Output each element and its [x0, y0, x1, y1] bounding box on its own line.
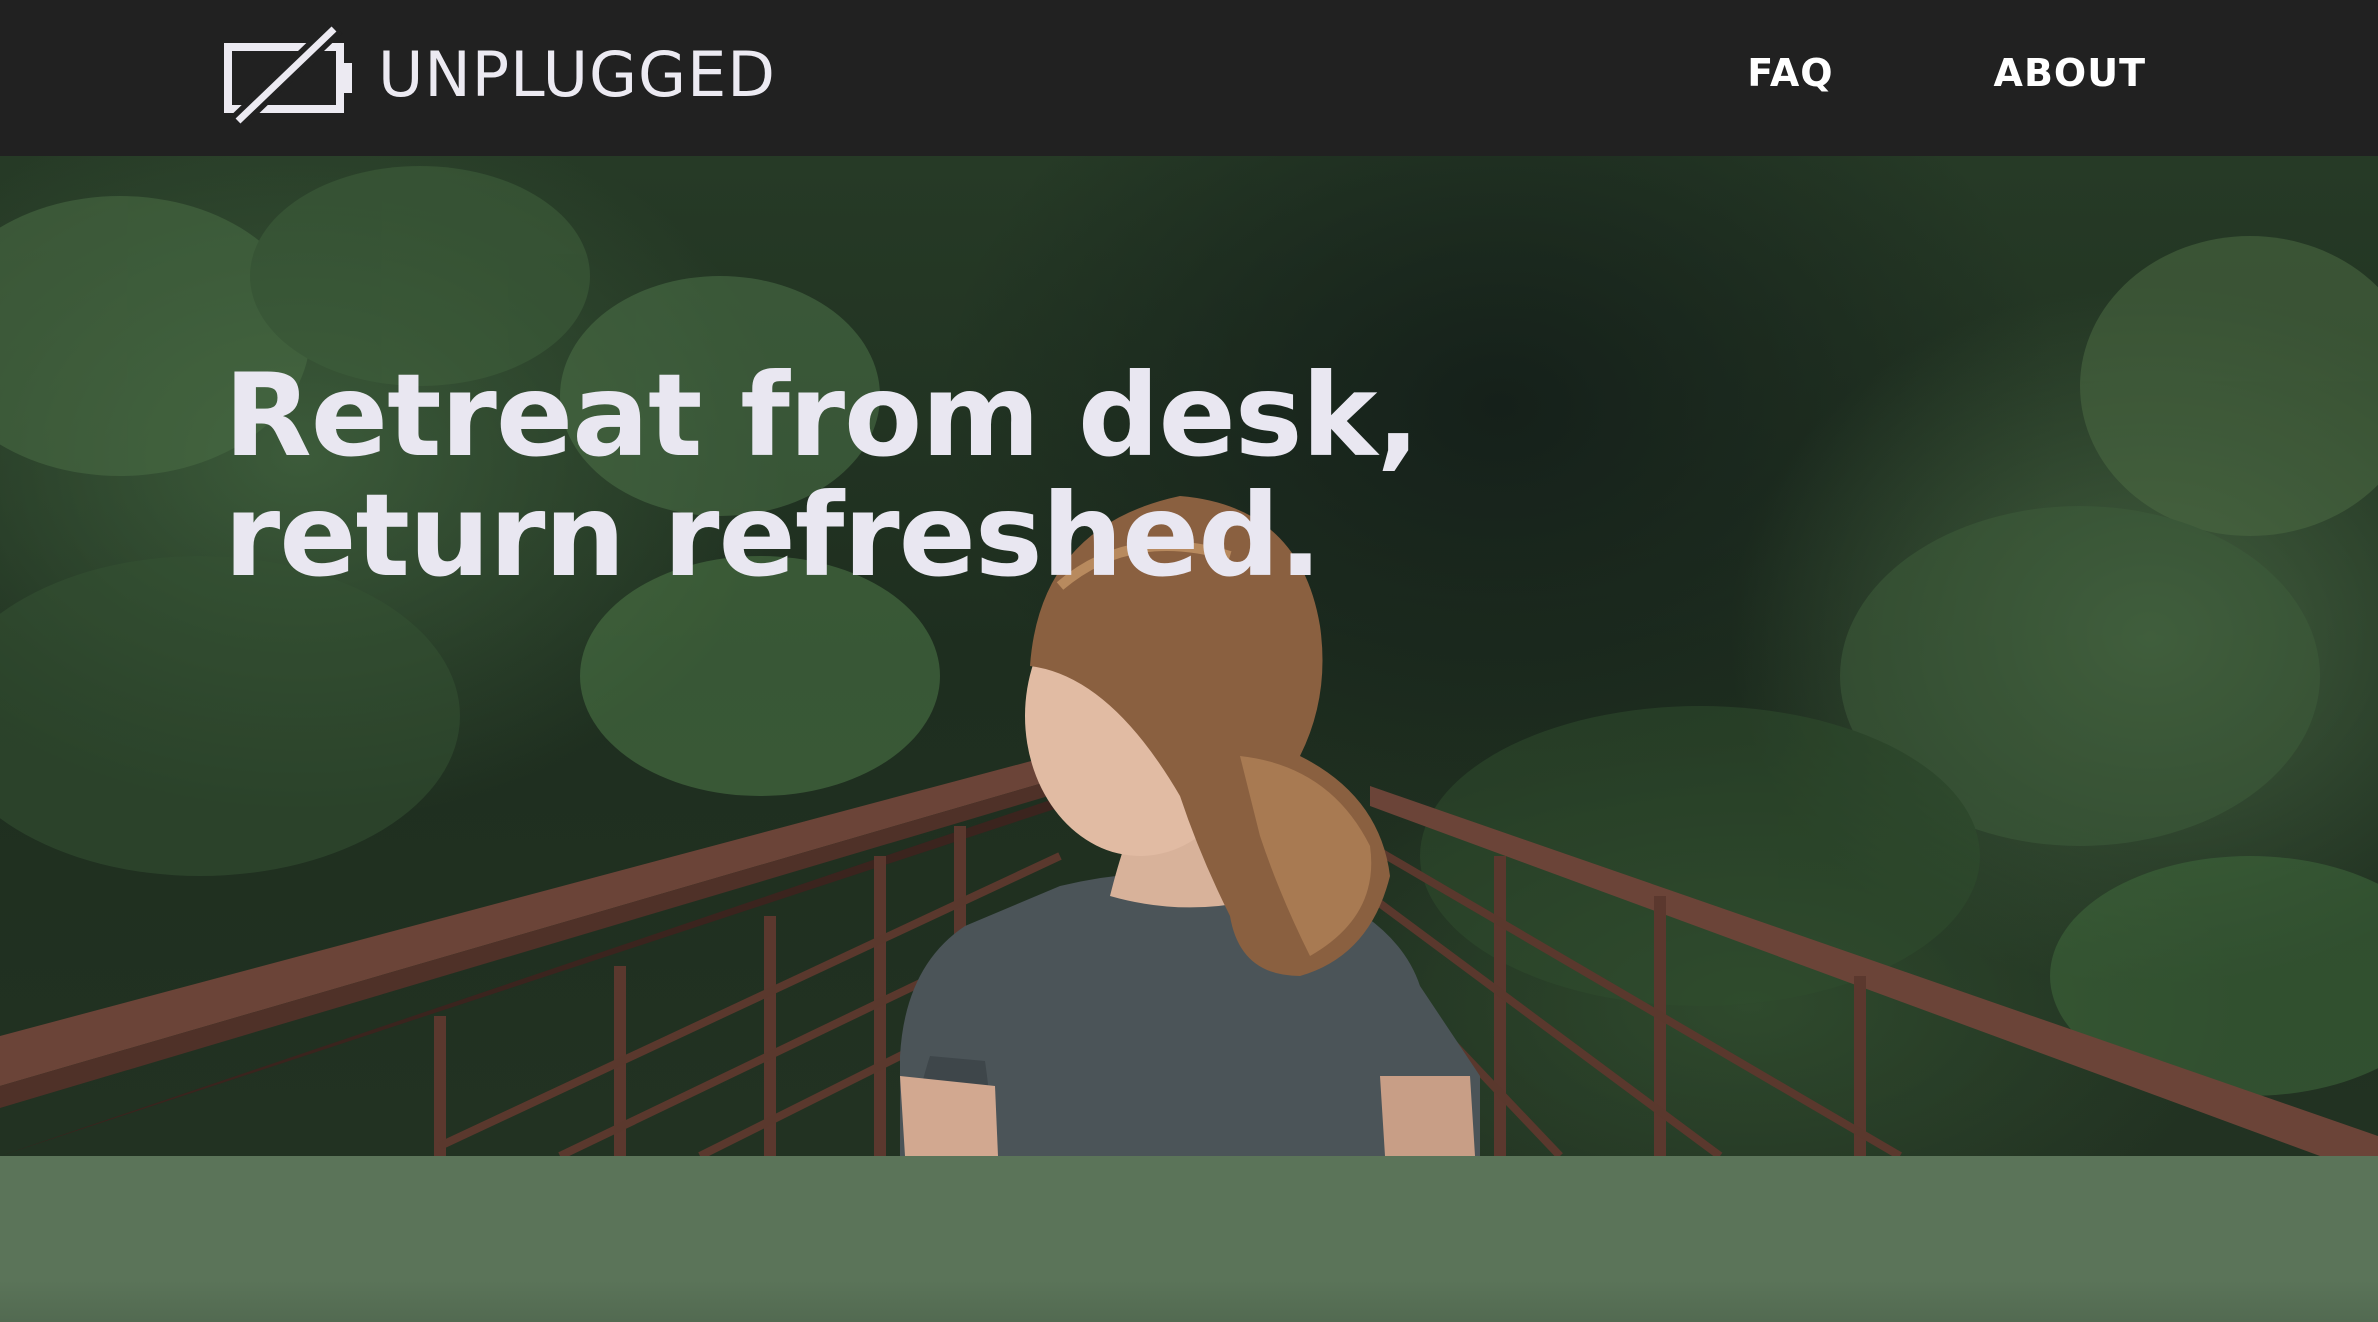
- hero-headline-line-2: return refreshed.: [224, 469, 1322, 602]
- woman-on-forest-bridge-photo: [0, 166, 2378, 1156]
- nav-link-faq[interactable]: FAQ: [1747, 44, 1833, 102]
- brand-logo-link[interactable]: UNPLUGGED: [222, 20, 776, 130]
- unplugged-battery-icon: [222, 23, 356, 127]
- hero-headline-line-1: Retreat from desk,: [224, 349, 1420, 482]
- main-nav: FAQ ABOUT: [1747, 44, 2146, 102]
- nav-link-about[interactable]: ABOUT: [1994, 44, 2146, 102]
- hero-section: Retreat from desk, return refreshed.: [0, 156, 2378, 1156]
- brand-name: UNPLUGGED: [378, 38, 776, 111]
- top-navbar: UNPLUGGED FAQ ABOUT: [0, 0, 2378, 156]
- hero-headline: Retreat from desk, return refreshed.: [224, 349, 1420, 602]
- green-content-band: [0, 1156, 2378, 1322]
